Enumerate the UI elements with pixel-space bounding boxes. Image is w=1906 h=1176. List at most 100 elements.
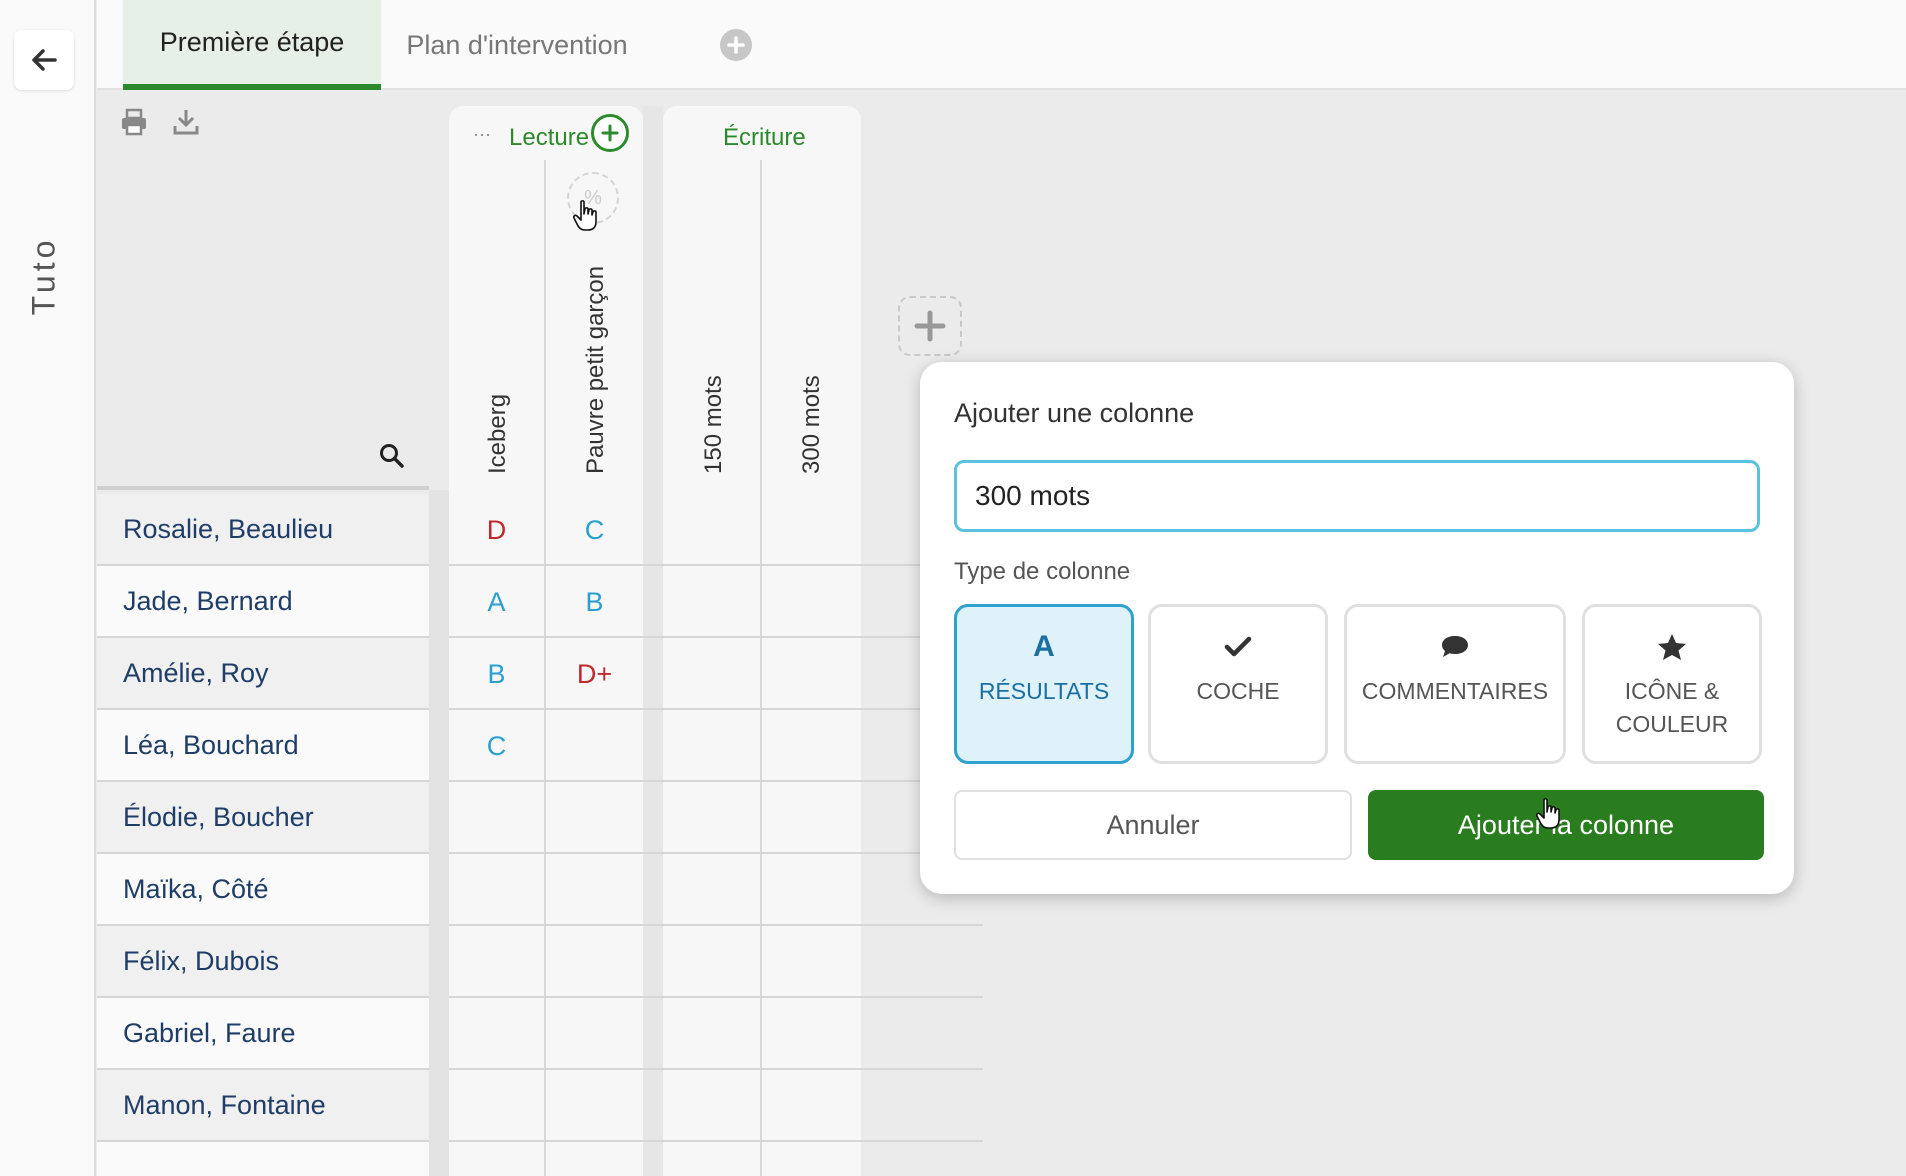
- group-title-ecriture[interactable]: Écriture: [723, 124, 806, 152]
- student-row[interactable]: Félix, Dubois: [97, 926, 429, 998]
- type-option-label: RÉSULTATS: [978, 678, 1110, 704]
- column-title-300-mots[interactable]: 300 mots: [798, 375, 826, 474]
- student-row[interactable]: Léa, Bouchard: [97, 710, 429, 782]
- grade-cell[interactable]: C: [546, 494, 643, 566]
- type-option-check[interactable]: COCHE: [1148, 604, 1328, 764]
- grade-cell[interactable]: [762, 710, 861, 782]
- grade-cell[interactable]: [762, 782, 861, 854]
- student-name: Jade, Bernard: [123, 585, 293, 616]
- student-name: Élodie, Boucher: [123, 801, 314, 832]
- student-row[interactable]: Gabriel, Faure: [97, 998, 429, 1070]
- student-row[interactable]: Manon, Fontaine: [97, 1070, 429, 1142]
- grade-cell[interactable]: [449, 854, 544, 926]
- list-header-divider: [97, 486, 429, 490]
- column-title-iceberg[interactable]: Iceberg: [484, 394, 512, 474]
- grade-cell[interactable]: [663, 638, 760, 710]
- rail-label: Tuto: [25, 236, 62, 316]
- grade-cell[interactable]: [762, 494, 861, 566]
- grade-cell[interactable]: [449, 998, 544, 1070]
- type-option-results[interactable]: A RÉSULTATS: [954, 604, 1134, 764]
- add-column-button[interactable]: [898, 296, 962, 356]
- left-rail: Tuto: [0, 0, 96, 1176]
- grade-cell[interactable]: [546, 998, 643, 1070]
- dialog-title: Ajouter une colonne: [954, 398, 1195, 428]
- student-row[interactable]: Élodie, Boucher: [97, 782, 429, 854]
- grade-cell[interactable]: [762, 854, 861, 926]
- name-column-border: [429, 490, 449, 1176]
- grade-cell[interactable]: [663, 566, 760, 638]
- student-row[interactable]: Rosalie, Beaulieu: [97, 494, 429, 566]
- star-icon: [1657, 631, 1687, 663]
- add-subcolumn-button[interactable]: [591, 114, 629, 152]
- grade-cell[interactable]: [449, 926, 544, 998]
- speech-bubble-icon: [1440, 631, 1470, 663]
- add-column-dialog: Ajouter une colonne Type de colonne A RÉ…: [920, 362, 1794, 894]
- letter-a-icon: A: [1033, 630, 1055, 663]
- checkmark-icon: [1224, 631, 1252, 663]
- student-row[interactable]: Amélie, Roy: [97, 638, 429, 710]
- type-option-icon-color[interactable]: ICÔNE & COULEUR: [1582, 604, 1762, 764]
- student-list-header: [97, 108, 429, 488]
- grade-cell[interactable]: [546, 854, 643, 926]
- grade-cell[interactable]: A: [449, 566, 544, 638]
- search-icon: [380, 444, 404, 468]
- student-name: Léa, Bouchard: [123, 729, 299, 760]
- type-option-label: COCHE: [1196, 678, 1280, 704]
- grade-cell[interactable]: B: [449, 638, 544, 710]
- grade-cell[interactable]: [546, 926, 643, 998]
- type-option-label: COMMENTAIRES: [1361, 678, 1549, 704]
- grade-cell[interactable]: [546, 782, 643, 854]
- column-title-150-mots[interactable]: 150 mots: [700, 375, 728, 474]
- grade-cell[interactable]: [663, 998, 760, 1070]
- student-name: Manon, Fontaine: [123, 1089, 326, 1120]
- grade-cell[interactable]: [449, 1070, 544, 1142]
- student-row[interactable]: Jade, Bernard: [97, 566, 429, 638]
- grade-cell[interactable]: [663, 854, 760, 926]
- student-row[interactable]: Maïka, Côté: [97, 854, 429, 926]
- grade-cell[interactable]: [663, 1070, 760, 1142]
- grade-cell[interactable]: [663, 710, 760, 782]
- grade-cell[interactable]: [449, 782, 544, 854]
- grade-cell[interactable]: C: [449, 710, 544, 782]
- group-title-lecture[interactable]: Lecture: [509, 124, 589, 152]
- arrow-left-icon: [32, 49, 57, 71]
- grade-cell[interactable]: [762, 998, 861, 1070]
- type-option-label: ICÔNE & COULEUR: [1615, 678, 1729, 737]
- grade-cell[interactable]: [663, 926, 760, 998]
- percent-label: %: [584, 186, 602, 209]
- tab-plan-intervention[interactable]: Plan d'intervention: [397, 0, 637, 90]
- add-column-confirm-button[interactable]: Ajouter la colonne: [1368, 790, 1764, 860]
- grade-cell[interactable]: [546, 710, 643, 782]
- back-button[interactable]: [14, 30, 74, 90]
- search-button[interactable]: [378, 442, 406, 470]
- column-name-input[interactable]: [954, 460, 1760, 532]
- grade-cell[interactable]: D+: [546, 638, 643, 710]
- group-header-ecriture: Écriture: [663, 106, 861, 490]
- plus-icon: [914, 310, 946, 342]
- plus-icon: [601, 124, 619, 142]
- type-option-comments[interactable]: COMMENTAIRES: [1344, 604, 1566, 764]
- grade-cell[interactable]: [762, 926, 861, 998]
- student-name: Amélie, Roy: [123, 657, 269, 688]
- percent-button[interactable]: %: [567, 172, 619, 224]
- student-name: Rosalie, Beaulieu: [123, 513, 334, 544]
- top-tab-bar: Première étape Plan d'intervention: [97, 0, 1906, 90]
- plus-icon: [727, 36, 745, 54]
- grade-cell[interactable]: B: [546, 566, 643, 638]
- add-tab-button[interactable]: [720, 29, 752, 61]
- student-name: Gabriel, Faure: [123, 1017, 296, 1048]
- gutter-lecture-ecriture: [643, 106, 663, 1176]
- grade-cell[interactable]: [663, 782, 760, 854]
- grade-cell[interactable]: [663, 494, 760, 566]
- grade-cell[interactable]: D: [449, 494, 544, 566]
- student-row[interactable]: [97, 1142, 429, 1176]
- grade-cell[interactable]: [546, 1070, 643, 1142]
- grade-cell[interactable]: [762, 1070, 861, 1142]
- tab-premiere-etape[interactable]: Première étape: [123, 0, 381, 90]
- group-more-menu[interactable]: ···: [473, 124, 491, 145]
- column-title-pauvre-petit-garcon[interactable]: Pauvre petit garçon: [582, 266, 610, 474]
- student-name: Félix, Dubois: [123, 945, 280, 976]
- grade-cell[interactable]: [762, 638, 861, 710]
- cancel-button[interactable]: Annuler: [954, 790, 1352, 860]
- grade-cell[interactable]: [762, 566, 861, 638]
